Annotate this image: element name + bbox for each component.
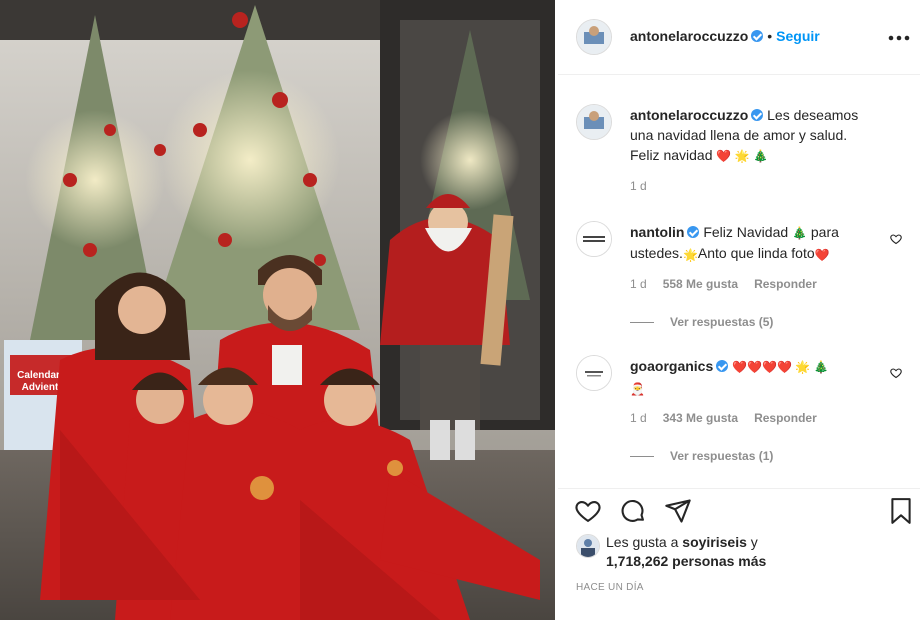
- likes-prefix: Les gusta a: [606, 534, 679, 550]
- replies-line: [630, 456, 654, 458]
- comment-like-heart-icon[interactable]: [890, 366, 902, 379]
- post-sidebar: antonelaroccuzzo • Seguir antonelaroccuzzo…: [558, 0, 920, 620]
- view-replies-button[interactable]: Ver respuestas (5): [630, 315, 773, 329]
- comment-text: ustedes.: [630, 245, 683, 262]
- verified-badge-icon: [716, 360, 729, 372]
- more-horizontal-icon[interactable]: [888, 24, 910, 47]
- comment-emoji: 🎅: [630, 381, 645, 396]
- header-user-line: antonelaroccuzzo • Seguir: [630, 28, 820, 44]
- caption-username[interactable]: antonelaroccuzzo: [630, 107, 748, 123]
- likes-summary: Les gusta a soyiriseis y 1,718,262 perso…: [606, 533, 766, 571]
- liker-username[interactable]: soyiriseis: [682, 534, 747, 550]
- comment-bubble-icon[interactable]: [619, 497, 647, 525]
- separator-dot: •: [767, 28, 773, 44]
- avatar-image: [577, 20, 611, 54]
- comment-time[interactable]: 1 d: [630, 277, 647, 291]
- avatar-image: [577, 535, 599, 557]
- comment-text: Feliz Navidad: [703, 224, 789, 240]
- comment-goaorganics: goaorganics ❤️❤️❤️❤️ 🌟 🎄 🎅: [630, 356, 890, 399]
- verified-badge-icon: [751, 30, 764, 42]
- comment-time[interactable]: 1 d: [630, 411, 647, 425]
- caption-text-3: Feliz navidad: [630, 147, 713, 163]
- comment-username[interactable]: goaorganics: [630, 358, 713, 374]
- verified-badge-icon: [687, 226, 700, 238]
- post-photo[interactable]: Calendario Adviento: [0, 0, 555, 620]
- post-actions: Les gusta a soyiriseis y 1,718,262 perso…: [558, 488, 920, 621]
- reply-button[interactable]: Responder: [754, 277, 817, 291]
- comment-emoji: 🎄: [792, 226, 807, 241]
- comment-emoji: 🌟: [682, 247, 698, 262]
- caption-emojis: ❤️ 🌟 🎄: [716, 149, 768, 164]
- avatar-image: [577, 105, 611, 139]
- comment-username[interactable]: nantolin: [630, 224, 684, 240]
- likes-conj: y: [750, 534, 758, 550]
- comment-text: Anto que linda foto: [697, 245, 815, 262]
- comment-emoji: ❤️: [814, 247, 830, 262]
- likes-count[interactable]: 1,718,262 personas más: [606, 552, 766, 571]
- caption-avatar[interactable]: [576, 104, 612, 140]
- comment-like-heart-icon[interactable]: [890, 232, 902, 245]
- like-heart-icon[interactable]: [574, 497, 602, 525]
- comment-text: para: [810, 224, 839, 240]
- author-avatar[interactable]: [576, 19, 612, 55]
- comment-avatar-nantolin[interactable]: [576, 221, 612, 257]
- view-replies-label: Ver respuestas (5): [670, 315, 774, 329]
- liker-avatar[interactable]: [576, 534, 600, 558]
- replies-line: [630, 322, 654, 324]
- avatar-image: [577, 356, 611, 390]
- comment-nantolin: nantolin Feliz Navidad 🎄 para ustedes.🌟A…: [630, 222, 890, 265]
- avatar-image: [577, 222, 611, 256]
- view-replies-label: Ver respuestas (1): [670, 449, 774, 463]
- caption-text-1: Les deseamos: [767, 107, 859, 123]
- caption-text-2: una navidad llena de amor y salud.: [630, 127, 848, 143]
- family-christmas-photo: Calendario Adviento: [0, 0, 555, 620]
- caption: antonelaroccuzzo Les deseamos una navida…: [630, 105, 900, 166]
- post-header: antonelaroccuzzo • Seguir: [558, 0, 920, 75]
- comment-meta: 1 d 343 Me gusta Responder: [630, 411, 833, 425]
- verified-badge-icon: [751, 109, 764, 121]
- instagram-post: Calendario Adviento antonelaroccuzzo • S…: [0, 0, 920, 620]
- header-username[interactable]: antonelaroccuzzo: [630, 28, 748, 44]
- comment-likes[interactable]: 558 Me gusta: [663, 277, 738, 291]
- save-bookmark-icon[interactable]: [888, 497, 914, 525]
- post-timestamp[interactable]: HACE UN DÍA: [576, 582, 644, 593]
- comment-avatar-goaorganics[interactable]: [576, 355, 612, 391]
- view-replies-button[interactable]: Ver respuestas (1): [630, 449, 773, 463]
- follow-button[interactable]: Seguir: [776, 28, 820, 44]
- comment-meta: 1 d 558 Me gusta Responder: [630, 277, 833, 291]
- caption-time[interactable]: 1 d: [630, 179, 647, 193]
- share-send-icon[interactable]: [664, 497, 692, 525]
- comment-emojis: ❤️❤️❤️❤️ 🌟 🎄: [732, 360, 829, 375]
- comment-likes[interactable]: 343 Me gusta: [663, 411, 738, 425]
- reply-button[interactable]: Responder: [754, 411, 817, 425]
